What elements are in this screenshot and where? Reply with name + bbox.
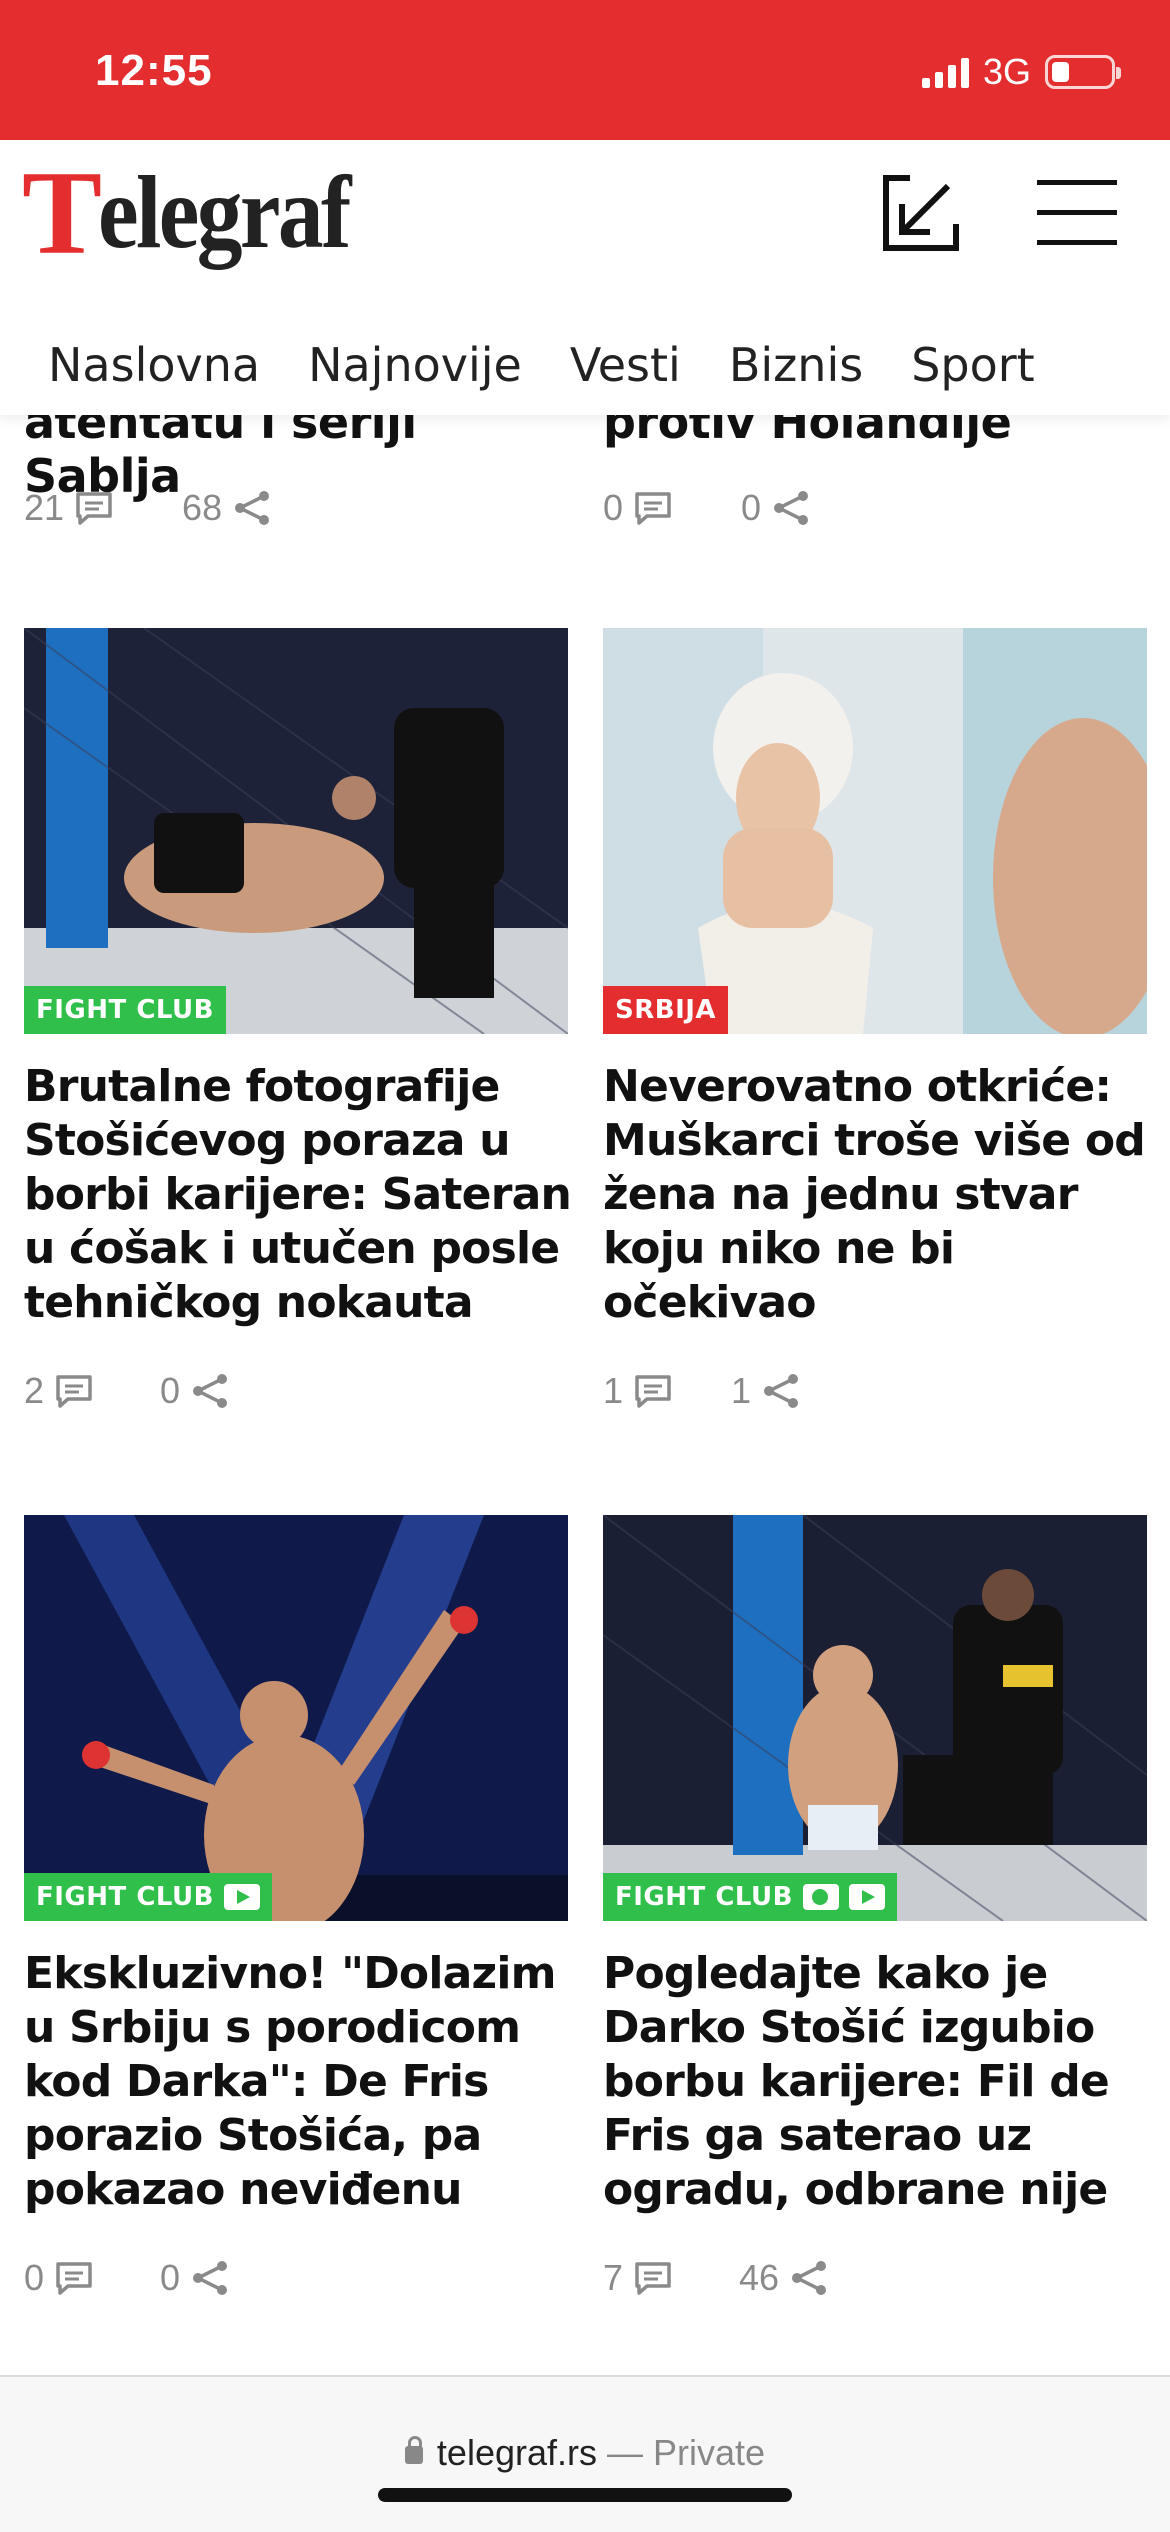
- section-nav: Naslovna Najnovije Vesti Biznis Sport: [0, 315, 1170, 415]
- home-indicator[interactable]: [378, 2488, 792, 2502]
- category-tag[interactable]: FIGHT CLUB: [24, 1873, 272, 1921]
- share-count: 68: [182, 487, 223, 528]
- share-icon[interactable]: [761, 1372, 801, 1410]
- comment-icon[interactable]: [633, 2260, 673, 2296]
- url-domain: telegraf.rs: [436, 2432, 597, 2473]
- share-count: 0: [741, 487, 762, 528]
- share-count: 1: [731, 1370, 752, 1411]
- nav-item-vesti[interactable]: Vesti: [570, 338, 681, 392]
- article-image[interactable]: FIGHT CLUB: [24, 628, 568, 1034]
- signal-icon: [921, 56, 969, 88]
- article-title[interactable]: Neverovatno otkriće: Muškarci troše više…: [603, 1060, 1155, 1330]
- comment-count: 0: [603, 487, 624, 528]
- browser-address-bar[interactable]: telegraf.rs — Private: [0, 2375, 1170, 2532]
- share-icon[interactable]: [232, 489, 272, 527]
- nav-item-najnovije[interactable]: Najnovije: [308, 338, 522, 392]
- share-count: 0: [160, 1370, 181, 1411]
- video-icon: [223, 1884, 260, 1910]
- video-icon: [848, 1884, 885, 1910]
- category-label: SRBIJA: [615, 995, 717, 1025]
- logo-text: elegraf: [98, 155, 351, 270]
- share-count: 46: [739, 2257, 780, 2298]
- nav-item-biznis[interactable]: Biznis: [729, 338, 863, 392]
- article-meta: 0 0: [603, 487, 811, 529]
- category-tag[interactable]: SRBIJA: [603, 986, 729, 1034]
- private-mode-label: Private: [653, 2432, 766, 2473]
- network-type: 3G: [982, 51, 1031, 92]
- share-icon[interactable]: [190, 2259, 230, 2297]
- share-icon[interactable]: [789, 2259, 829, 2297]
- gallery-icon: [802, 1884, 839, 1910]
- category-label: FIGHT CLUB: [36, 995, 214, 1025]
- lock-icon: [404, 2436, 423, 2464]
- article-meta: 21 68: [24, 487, 272, 529]
- expand-icon[interactable]: [876, 168, 966, 258]
- article-feed: atentatu i seriji Sablja 21 68 protiv Ho…: [0, 415, 1170, 2375]
- url-display[interactable]: telegraf.rs — Private: [0, 2432, 1170, 2474]
- comment-icon[interactable]: [54, 1373, 94, 1409]
- article-image[interactable]: SRBIJA: [603, 628, 1147, 1034]
- site-header: T elegraf Naslovna Najnovije Vesti Bizni…: [0, 140, 1170, 415]
- status-time: 12:55: [95, 46, 213, 95]
- telegraf-logo[interactable]: T elegraf: [22, 146, 383, 279]
- article-title[interactable]: Brutalne fotografije Stošićevog poraza u…: [24, 1060, 576, 1330]
- status-indicators: 3G: [921, 50, 1121, 94]
- logo-letter: T: [22, 146, 102, 279]
- article-title[interactable]: Ekskluzivno! "Dolazim u Srbiju s porodic…: [24, 1947, 576, 2217]
- article-meta: 2 0: [24, 1370, 230, 1412]
- article-title[interactable]: protiv Holandije: [603, 415, 1147, 449]
- article-meta: 1 1: [603, 1370, 801, 1412]
- comment-count: 0: [24, 2257, 45, 2298]
- comment-icon[interactable]: [74, 490, 114, 526]
- share-icon[interactable]: [771, 489, 811, 527]
- comment-icon[interactable]: [633, 1373, 673, 1409]
- hamburger-menu-icon[interactable]: [1032, 168, 1122, 258]
- comment-count: 7: [603, 2257, 624, 2298]
- comment-count: 21: [24, 487, 65, 528]
- url-separator: —: [597, 2432, 654, 2473]
- status-bar: 12:55 3G: [0, 0, 1170, 140]
- comment-count: 1: [603, 1370, 624, 1411]
- share-icon[interactable]: [190, 1372, 230, 1410]
- article-meta: 7 46: [603, 2257, 829, 2299]
- category-label: FIGHT CLUB: [36, 1882, 214, 1912]
- nav-item-sport[interactable]: Sport: [911, 338, 1035, 392]
- article-image[interactable]: FIGHT CLUB: [603, 1515, 1147, 1921]
- nav-item-naslovna[interactable]: Naslovna: [48, 338, 260, 392]
- article-meta: 0 0: [24, 2257, 230, 2299]
- article-title[interactable]: Pogledajte kako je Darko Stošić izgubio …: [603, 1947, 1155, 2217]
- share-count: 0: [160, 2257, 181, 2298]
- battery-icon: [1045, 55, 1121, 89]
- comment-icon[interactable]: [54, 2260, 94, 2296]
- comment-count: 2: [24, 1370, 45, 1411]
- comment-icon[interactable]: [633, 490, 673, 526]
- category-tag[interactable]: FIGHT CLUB: [603, 1873, 897, 1921]
- category-label: FIGHT CLUB: [615, 1882, 793, 1912]
- article-image[interactable]: FIGHT CLUB: [24, 1515, 568, 1921]
- category-tag[interactable]: FIGHT CLUB: [24, 986, 226, 1034]
